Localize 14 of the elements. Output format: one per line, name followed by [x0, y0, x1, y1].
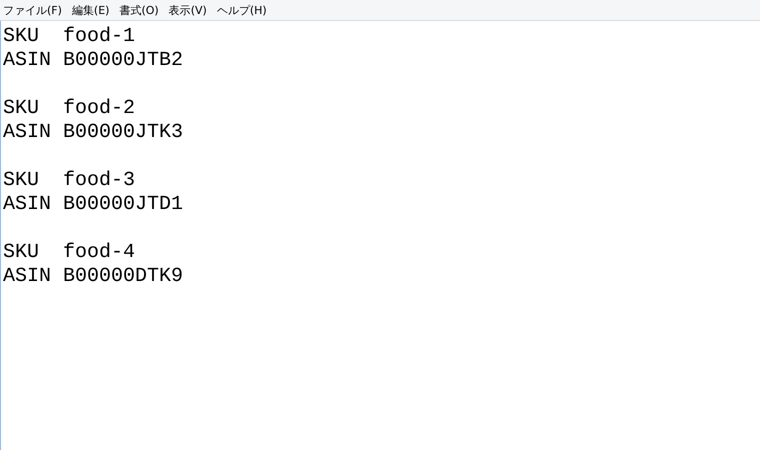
- text-editor[interactable]: SKU food-1 ASIN B00000JTB2 SKU food-2 ASIN B00000JTK3 SKU food-3 ASIN B00000JTD1 SKU food-4 ASIN B00000DTK9: [0, 21, 760, 450]
- menu-item[interactable]: 編集(E): [72, 4, 110, 16]
- menu-item[interactable]: 書式(O): [119, 4, 159, 16]
- menu-item[interactable]: 表示(V): [168, 4, 207, 16]
- text-line: ASIN B00000JTB2: [3, 49, 184, 72]
- text-line: ASIN B00000JTD1: [3, 193, 184, 216]
- text-line: ASIN B00000JTK3: [3, 121, 184, 144]
- text-line: SKU food-2: [3, 97, 136, 120]
- text-line: SKU food-3: [3, 169, 136, 192]
- text-line: ASIN B00000DTK9: [3, 265, 184, 288]
- menu-item[interactable]: ヘルプ(H): [216, 4, 267, 16]
- text-line: SKU food-4: [3, 241, 136, 264]
- menu-item[interactable]: ファイル(F): [3, 4, 62, 16]
- text-line: SKU food-1: [3, 25, 136, 48]
